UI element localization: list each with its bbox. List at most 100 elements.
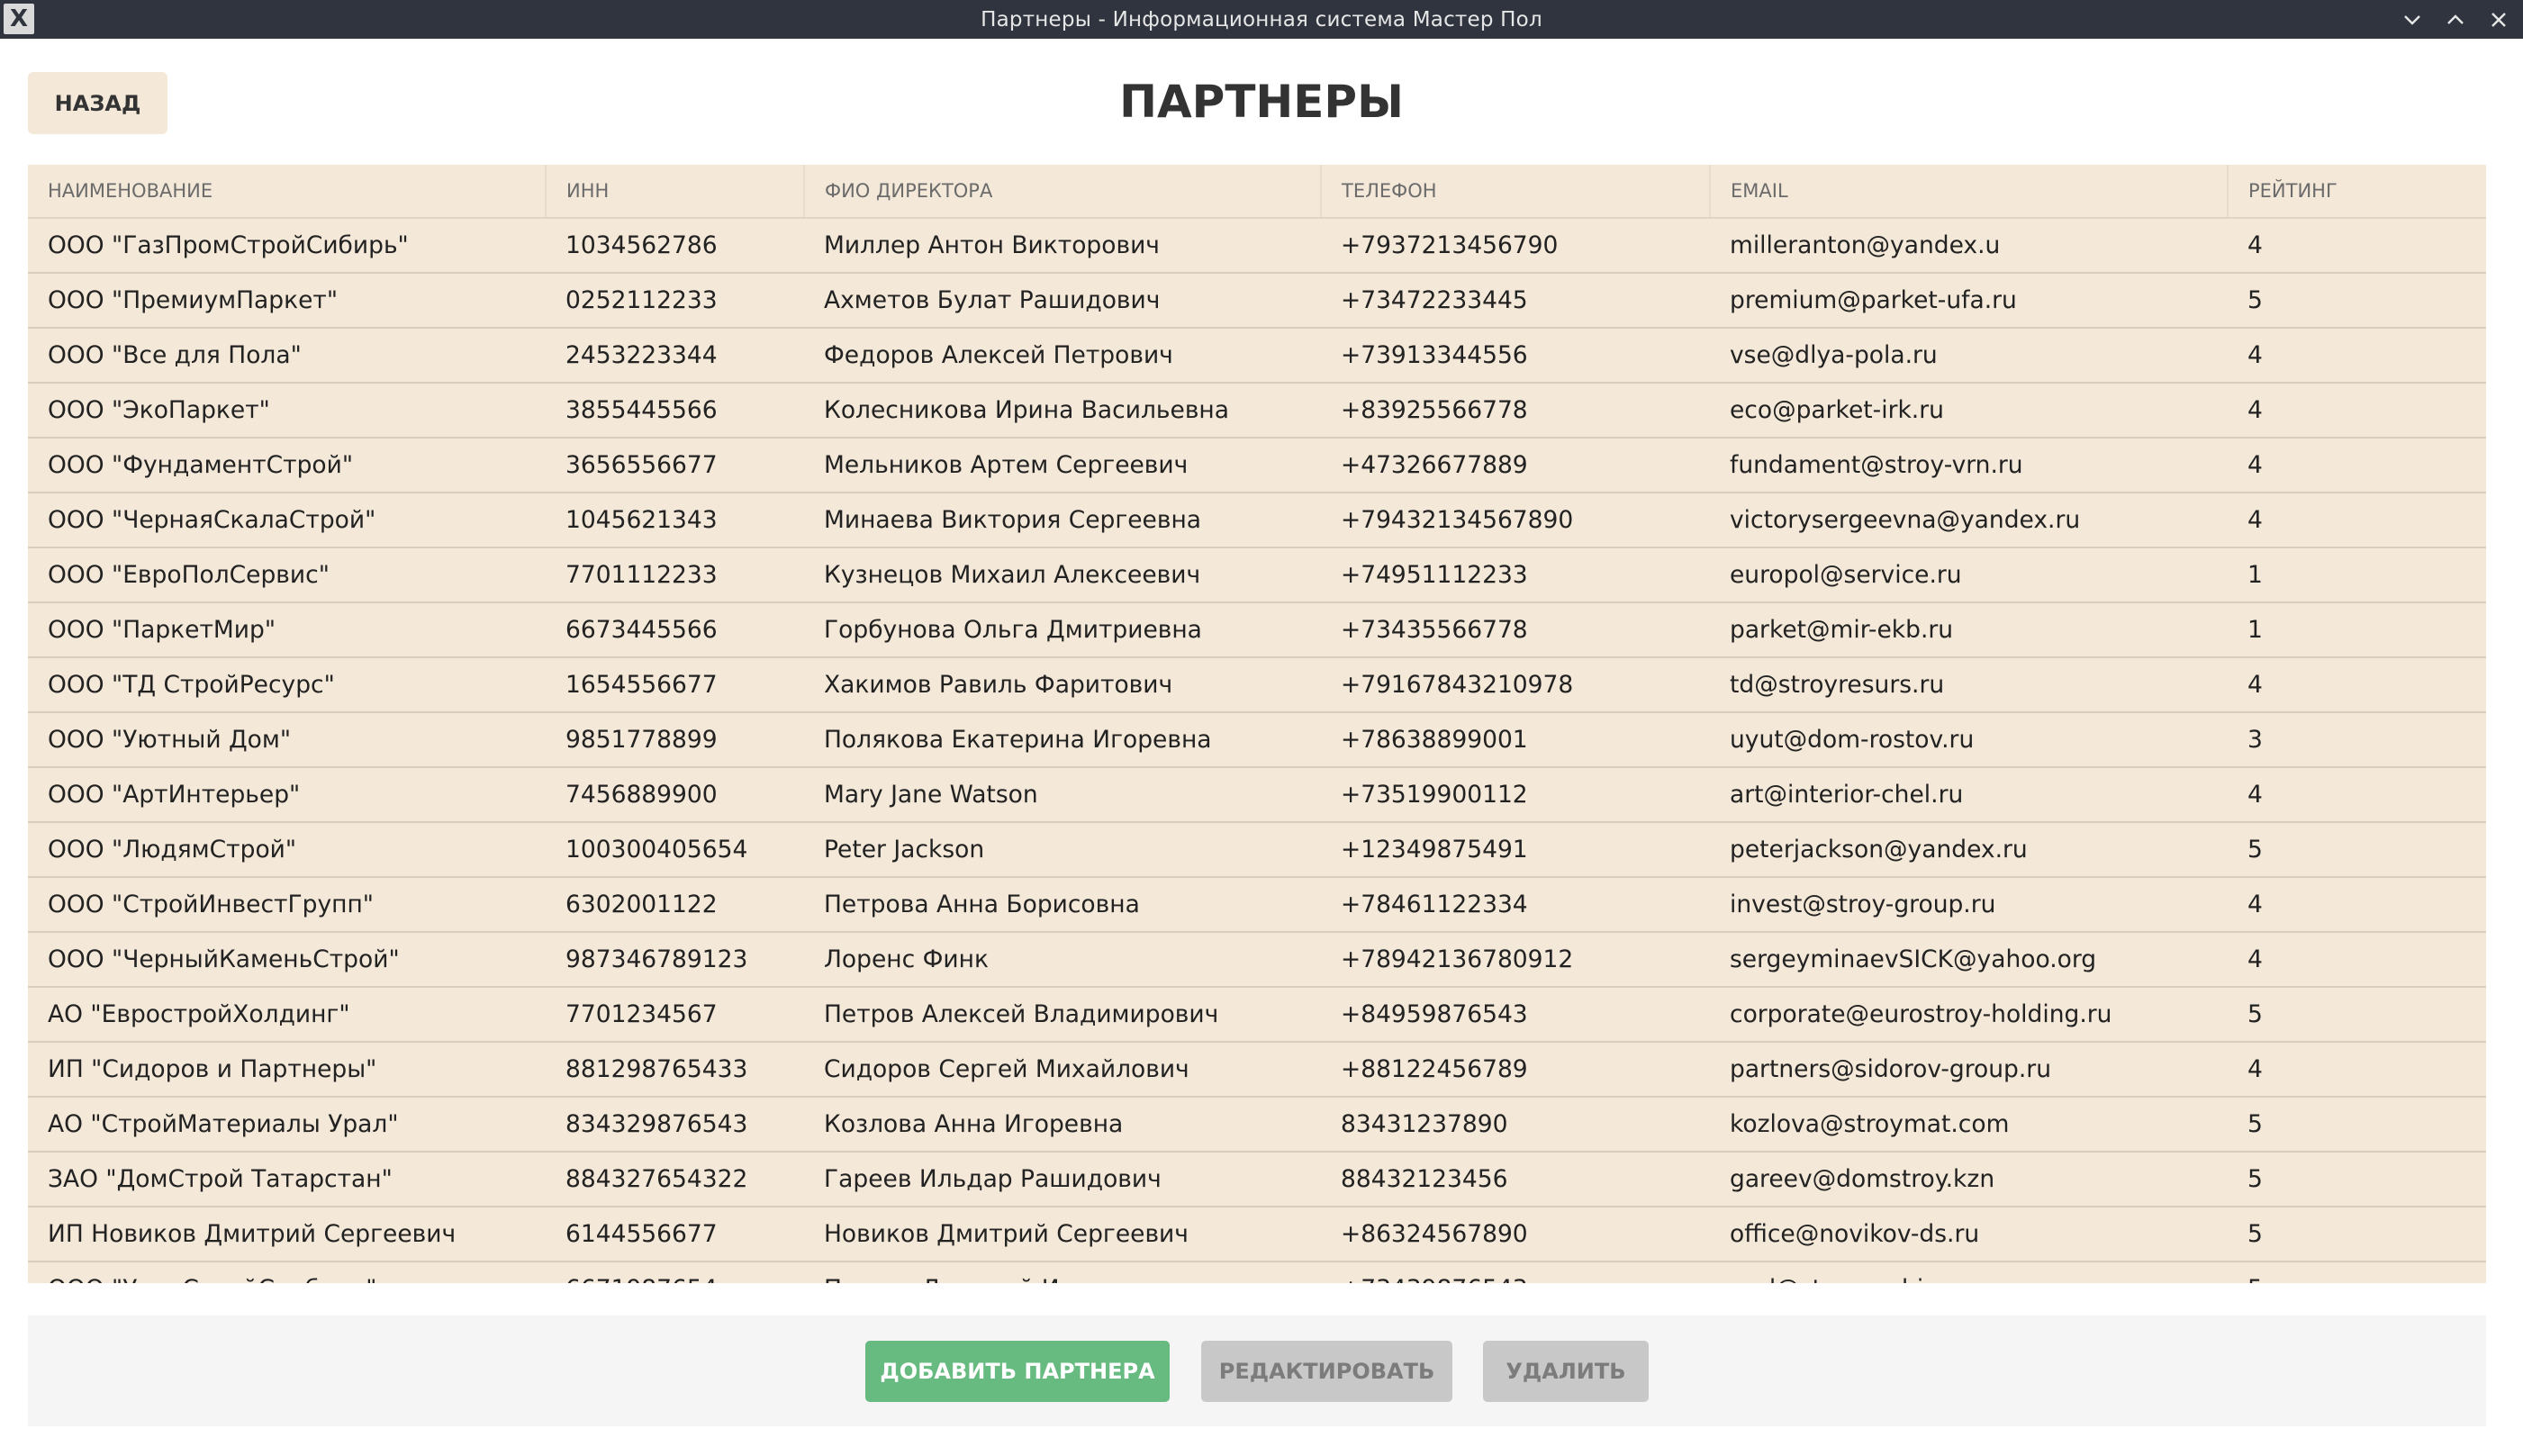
- cell-inn: 3855445566: [546, 383, 804, 439]
- cell-email: corporate@eurostroy-holding.ru: [1710, 987, 2228, 1043]
- cell-name: ИП "Сидоров и Партнеры": [28, 1042, 546, 1098]
- cell-name: ООО "Все для Пола": [28, 328, 546, 384]
- cell-director: Гареев Ильдар Рашидович: [804, 1152, 1321, 1207]
- cell-rating: 5: [2228, 1152, 2486, 1207]
- cell-rating: 5: [2228, 1262, 2486, 1283]
- table-row[interactable]: ЗАО "ДомСтрой Татарстан" 884327654322 Гаре…: [28, 1152, 2486, 1207]
- page-title: ПАРТНЕРЫ: [1119, 76, 1404, 128]
- cell-phone: +78461122334: [1321, 877, 1710, 933]
- cell-rating: 4: [2228, 493, 2486, 548]
- cell-name: АО "СтройМатериалы Урал": [28, 1097, 546, 1153]
- cell-director: Козлова Анна Игоревна: [804, 1097, 1321, 1153]
- cell-email: milleranton@yandex.u: [1710, 218, 2228, 274]
- app-icon: X: [4, 4, 34, 34]
- table-row[interactable]: ООО "ПремиумПаркет" 0252112233 Ахметов Бул…: [28, 273, 2486, 329]
- column-header-name[interactable]: НАИМЕНОВАНИЕ: [28, 165, 547, 219]
- cell-inn: 884327654322: [546, 1152, 804, 1207]
- cell-director: Миллер Антон Викторович: [804, 218, 1321, 274]
- cell-phone: +73913344556: [1321, 328, 1710, 384]
- delete-button[interactable]: УДАЛИТЬ: [1483, 1341, 1649, 1402]
- cell-name: ООО "Уютный Дом": [28, 712, 546, 768]
- table-row[interactable]: АО "СтройМатериалы Урал" 834329876543 Козл…: [28, 1097, 2486, 1153]
- cell-phone: +86324567890: [1321, 1207, 1710, 1262]
- table-row[interactable]: ООО "ЕвроПолСервис" 7701112233 Кузнецов Ми…: [28, 547, 2486, 603]
- table-row[interactable]: ООО "ПаркетМир" 6673445566 Горбунова Ольга…: [28, 602, 2486, 658]
- table-row[interactable]: ООО "ЧерныйКаменьСтрой" 987346789123 Лорен…: [28, 932, 2486, 988]
- cell-director: Лоренс Финк: [804, 932, 1321, 988]
- cell-director: Mary Jane Watson: [804, 767, 1321, 823]
- cell-name: ООО "ПаркетМир": [28, 602, 546, 658]
- cell-phone: +73435566778: [1321, 602, 1710, 658]
- cell-name: ООО "ЕвроПолСервис": [28, 547, 546, 603]
- column-header-rating[interactable]: РЕЙТИНГ: [2228, 165, 2486, 219]
- cell-inn: 1045621343: [546, 493, 804, 548]
- cell-phone: +84959876543: [1321, 987, 1710, 1043]
- cell-director: Минаева Виктория Сергеевна: [804, 493, 1321, 548]
- cell-email: parket@mir-ekb.ru: [1710, 602, 2228, 658]
- column-header-director[interactable]: ФИО ДИРЕКТОРА: [804, 165, 1322, 219]
- cell-director: Сидоров Сергей Михайлович: [804, 1042, 1321, 1098]
- cell-phone: +73519900112: [1321, 767, 1710, 823]
- column-header-inn[interactable]: ИНН: [546, 165, 805, 219]
- table-row[interactable]: ООО "Все для Пола" 2453223344 Федоров Алек…: [28, 328, 2486, 384]
- cell-email: kozlova@stroymat.com: [1710, 1097, 2228, 1153]
- cell-email: fundament@stroy-vrn.ru: [1710, 438, 2228, 493]
- cell-email: td@stroyresurs.ru: [1710, 657, 2228, 713]
- cell-director: Кузнецов Михаил Алексеевич: [804, 547, 1321, 603]
- table-row[interactable]: ООО "ЧернаяСкалаСтрой" 1045621343 Минаева …: [28, 493, 2486, 548]
- minimize-icon[interactable]: [2401, 8, 2424, 32]
- cell-name: ООО "ТД СтройРесурс": [28, 657, 546, 713]
- cell-email: art@interior-chel.ru: [1710, 767, 2228, 823]
- cell-name: ООО "ПремиумПаркет": [28, 273, 546, 329]
- table-row[interactable]: ООО "ЛюдямСтрой" 100300405654 Peter Jackso…: [28, 822, 2486, 878]
- table-row[interactable]: ООО "Уютный Дом" 9851778899 Полякова Екате…: [28, 712, 2486, 768]
- cell-rating: 5: [2228, 822, 2486, 878]
- cell-phone: +74951112233: [1321, 547, 1710, 603]
- cell-name: ЗАО "ДомСтрой Татарстан": [28, 1152, 546, 1207]
- cell-director: Колесникова Ирина Васильевна: [804, 383, 1321, 439]
- cell-name: ИП Новиков Дмитрий Сергеевич: [28, 1207, 546, 1262]
- cell-director: Peter Jackson: [804, 822, 1321, 878]
- column-header-phone[interactable]: ТЕЛЕФОН: [1321, 165, 1711, 219]
- close-icon[interactable]: [2487, 8, 2510, 32]
- cell-rating: 4: [2228, 1042, 2486, 1098]
- cell-rating: 1: [2228, 602, 2486, 658]
- cell-phone: +12349875491: [1321, 822, 1710, 878]
- table-row[interactable]: ООО "АртИнтерьер" 7456889900 Mary Jane Wat…: [28, 767, 2486, 823]
- cell-phone: 88432123456: [1321, 1152, 1710, 1207]
- table-header-row: НАИМЕНОВАНИЕ ИНН ФИО ДИРЕКТОРА ТЕЛЕФОН E…: [28, 165, 2486, 219]
- cell-email: sergeyminaevSICK@yahoo.org: [1710, 932, 2228, 988]
- column-header-email[interactable]: EMAIL: [1710, 165, 2229, 219]
- cell-inn: 834329876543: [546, 1097, 804, 1153]
- table-row[interactable]: ООО "УралСтройСнабизм"6671987654Петров Д…: [28, 1262, 2486, 1283]
- cell-rating: 5: [2228, 1207, 2486, 1262]
- cell-phone: +88122456789: [1321, 1042, 1710, 1098]
- cell-inn: 3656556677: [546, 438, 804, 493]
- table-row[interactable]: ООО "ФундаментСтрой" 3656556677 Мельников …: [28, 438, 2486, 493]
- cell-name: ООО "СтройИнвестГрупп": [28, 877, 546, 933]
- maximize-icon[interactable]: [2444, 8, 2467, 32]
- cell-email: invest@stroy-group.ru: [1710, 877, 2228, 933]
- cell-rating: 4: [2228, 932, 2486, 988]
- table-row[interactable]: ИП Новиков Дмитрий Сергеевич 6144556677 Но…: [28, 1207, 2486, 1262]
- cell-inn: 6671987654: [546, 1262, 804, 1283]
- table-row[interactable]: ООО "ГазПромСтройСибирь" 1034562786 Миллер…: [28, 218, 2486, 274]
- table-row[interactable]: ООО "ТД СтройРесурс" 1654556677 Хакимов Ра…: [28, 657, 2486, 713]
- cell-director: Петрова Анна Борисовна: [804, 877, 1321, 933]
- edit-button[interactable]: РЕДАКТИРОВАТЬ: [1201, 1341, 1452, 1402]
- cell-inn: 0252112233: [546, 273, 804, 329]
- cell-director: Полякова Екатерина Игоревна: [804, 712, 1321, 768]
- table-row[interactable]: ООО "ЭкоПаркет" 3855445566 Колесникова Ири…: [28, 383, 2486, 439]
- cell-inn: 7701234567: [546, 987, 804, 1043]
- partners-table[interactable]: НАИМЕНОВАНИЕ ИНН ФИО ДИРЕКТОРА ТЕЛЕФОН E…: [28, 165, 2486, 1283]
- add-partner-button[interactable]: ДОБАВИТЬ ПАРТНЕРА: [865, 1341, 1170, 1402]
- cell-phone: +73472233445: [1321, 273, 1710, 329]
- table-row[interactable]: АО "ЕвростройХолдинг" 7701234567 Петров Ал…: [28, 987, 2486, 1043]
- table-row[interactable]: ИП "Сидоров и Партнеры" 881298765433 Сидор…: [28, 1042, 2486, 1098]
- cell-inn: 2453223344: [546, 328, 804, 384]
- table-row[interactable]: ООО "СтройИнвестГрупп" 6302001122 Петрова …: [28, 877, 2486, 933]
- cell-email: victorysergeevna@yandex.ru: [1710, 493, 2228, 548]
- cell-email: eco@parket-irk.ru: [1710, 383, 2228, 439]
- cell-director: Новиков Дмитрий Сергеевич: [804, 1207, 1321, 1262]
- table-body: ООО "ГазПромСтройСибирь" 1034562786 Миллер…: [28, 218, 2486, 1283]
